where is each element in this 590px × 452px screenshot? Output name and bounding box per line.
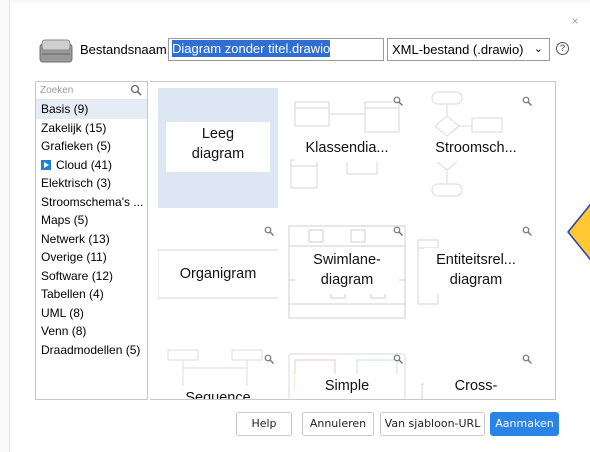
category-stroomschemas[interactable]: Stroomschema's ...: [36, 193, 147, 212]
filename-input[interactable]: Diagram zonder titel.drawio: [168, 38, 384, 61]
template-er-diagram-label: Entiteitsrel... diagram: [424, 248, 528, 294]
cancel-button[interactable]: Annuleren: [302, 412, 374, 436]
close-icon[interactable]: ×: [568, 14, 582, 28]
template-simple-label: Simple: [295, 374, 399, 399]
category-grafieken[interactable]: Grafieken (5): [36, 137, 147, 156]
template-er-diagram[interactable]: Entiteitsrel... diagram: [416, 218, 536, 338]
template-blank-line2: diagram: [191, 146, 245, 162]
category-overige[interactable]: Overige (11): [36, 248, 147, 267]
template-blank[interactable]: Leeg diagram: [158, 88, 278, 208]
search-input[interactable]: Zoeken: [36, 82, 147, 100]
magnify-icon[interactable]: [393, 96, 403, 106]
search-icon[interactable]: [130, 84, 142, 96]
category-draadmodellen[interactable]: Draadmodellen (5): [36, 341, 147, 360]
help-icon[interactable]: ?: [556, 42, 569, 55]
category-netwerk[interactable]: Netwerk (13): [36, 230, 147, 249]
category-cloud-label: Cloud (41): [56, 157, 113, 172]
chevron-down-icon: ⌄: [533, 43, 543, 55]
template-er-line1: Entiteitsrel...: [436, 252, 516, 268]
category-sidebar: Zoeken Basis (9) Zakelijk (15) Grafieken…: [35, 81, 148, 400]
format-select[interactable]: XML-bestand (.drawio) ⌄: [387, 38, 550, 61]
template-class-diagram-label: Klassendia...: [295, 136, 399, 162]
magnify-icon[interactable]: [522, 354, 532, 364]
background-window-edge-left: [0, 0, 10, 452]
template-blank-label: Leeg diagram: [166, 122, 270, 172]
filename-label: Bestandsnaam:: [80, 42, 171, 57]
category-maps[interactable]: Maps (5): [36, 211, 147, 230]
template-grid: Leeg diagram Klassendia... Stroomsch... …: [150, 81, 556, 400]
template-cross-functional[interactable]: Cross-: [416, 346, 536, 399]
filename-value: Diagram zonder titel.drawio: [172, 40, 331, 57]
template-flowchart-label: Stroomsch...: [424, 136, 528, 162]
file-icon: [39, 39, 73, 63]
cloud-badge-icon: [41, 159, 51, 170]
magnify-icon[interactable]: [264, 354, 274, 364]
background-window-edge: [0, 0, 590, 6]
category-basis[interactable]: Basis (9): [36, 100, 147, 119]
template-swimlane[interactable]: Swimlane- diagram: [287, 218, 407, 338]
search-placeholder: Zoeken: [40, 85, 74, 96]
template-url-button[interactable]: Van sjabloon-URL: [380, 412, 485, 436]
format-select-value: XML-bestand (.drawio): [392, 42, 524, 57]
template-swimlane-line2: diagram: [320, 272, 374, 288]
category-venn[interactable]: Venn (8): [36, 322, 147, 341]
create-button[interactable]: Aanmaken: [490, 412, 559, 436]
category-cloud[interactable]: Cloud (41): [36, 156, 147, 175]
template-swimlane-label: Swimlane- diagram: [295, 248, 399, 294]
category-zakelijk[interactable]: Zakelijk (15): [36, 119, 147, 138]
magnify-icon[interactable]: [522, 226, 532, 236]
template-sequence[interactable]: Sequence: [158, 346, 278, 399]
magnify-icon[interactable]: [264, 226, 274, 236]
template-cross-functional-label: Cross-: [424, 374, 528, 399]
template-er-line2: diagram: [449, 272, 503, 288]
category-software[interactable]: Software (12): [36, 267, 147, 286]
magnify-icon[interactable]: [393, 354, 403, 364]
template-simple[interactable]: Simple: [287, 346, 407, 399]
template-sequence-label: Sequence: [166, 386, 270, 399]
help-button[interactable]: Help: [236, 412, 292, 436]
template-flowchart[interactable]: Stroomsch...: [416, 88, 536, 208]
template-class-diagram[interactable]: Klassendia...: [287, 88, 407, 208]
category-tabellen[interactable]: Tabellen (4): [36, 285, 147, 304]
template-blank-line1: Leeg: [201, 126, 235, 142]
template-org-chart[interactable]: Organigram: [158, 218, 278, 338]
category-elektrisch[interactable]: Elektrisch (3): [36, 174, 147, 193]
template-swimlane-line1: Swimlane-: [313, 252, 381, 268]
category-uml[interactable]: UML (8): [36, 304, 147, 323]
magnify-icon[interactable]: [522, 96, 532, 106]
tooltip-pointer: [567, 203, 590, 261]
template-org-chart-label: Organigram: [166, 262, 270, 288]
magnify-icon[interactable]: [393, 226, 403, 236]
